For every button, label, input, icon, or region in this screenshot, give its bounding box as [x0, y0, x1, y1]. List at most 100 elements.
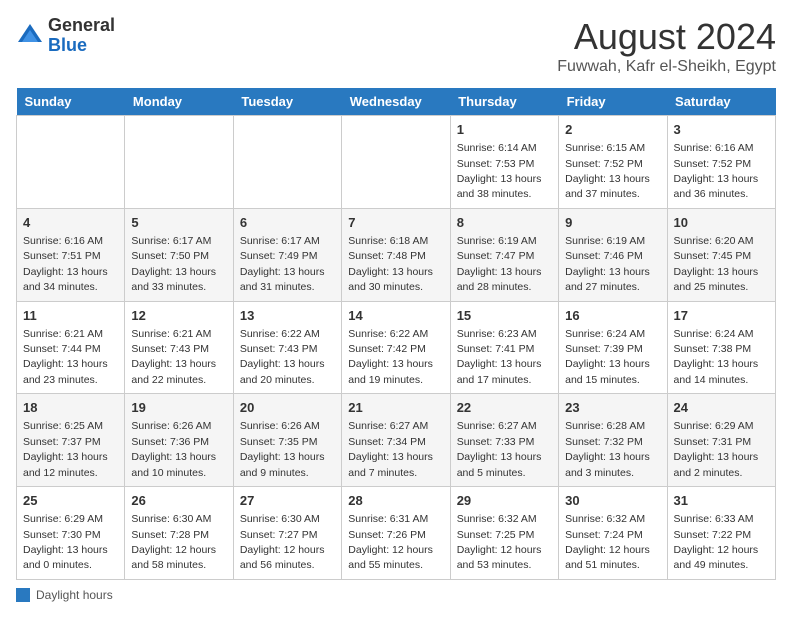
- day-number: 9: [565, 214, 660, 232]
- day-number: 25: [23, 492, 118, 510]
- logo-general: General: [48, 15, 115, 35]
- calendar-cell: 27Sunrise: 6:30 AM Sunset: 7:27 PM Dayli…: [233, 487, 341, 580]
- calendar-cell: 15 Sunrise: 6:23 AM Sunset: 7:41 PM Dayli…: [450, 301, 558, 394]
- day-number: 8: [457, 214, 552, 232]
- week-row-1: 1 Sunrise: 6:14 AM Sunset: 7:53 PM Daylig…: [17, 116, 776, 209]
- calendar-cell: 30 Sunrise: 6:32 AM Sunset: 7:24 PM Dayli…: [559, 487, 667, 580]
- day-number: 17: [674, 307, 769, 325]
- day-info: Sunrise: 6:29 AM Sunset: 7:30 PM Dayligh…: [23, 513, 108, 571]
- day-number: 21: [348, 399, 443, 417]
- day-number: 3: [674, 121, 769, 139]
- day-number: 4: [23, 214, 118, 232]
- day-info: Sunrise: 6:29 AM Sunset: 7:31 PM Dayligh…: [674, 420, 759, 478]
- day-info: Sunrise: 6:19 AM Sunset: 7:46 PM Dayligh…: [565, 235, 650, 293]
- calendar-cell: 26 Sunrise: 6:30 AM Sunset: 7:28 PM Dayli…: [125, 487, 233, 580]
- calendar-cell: 17 Sunrise: 6:24 AM Sunset: 7:38 PM Dayli…: [667, 301, 775, 394]
- calendar-cell: 4Sunrise: 6:16 AM Sunset: 7:51 PM Daylig…: [17, 208, 125, 301]
- day-number: 24: [674, 399, 769, 417]
- day-number: 29: [457, 492, 552, 510]
- day-number: 16: [565, 307, 660, 325]
- day-number: 28: [348, 492, 443, 510]
- calendar-cell: 3 Sunrise: 6:16 AM Sunset: 7:52 PM Daylig…: [667, 116, 775, 209]
- day-number: 2: [565, 121, 660, 139]
- day-header-sunday: Sunday: [17, 88, 125, 116]
- calendar-cell: [233, 116, 341, 209]
- day-number: 10: [674, 214, 769, 232]
- day-number: 23: [565, 399, 660, 417]
- day-number: 15: [457, 307, 552, 325]
- calendar-cell: 7 Sunrise: 6:18 AM Sunset: 7:48 PM Daylig…: [342, 208, 450, 301]
- calendar-cell: 29Sunrise: 6:32 AM Sunset: 7:25 PM Dayli…: [450, 487, 558, 580]
- calendar-cell: 11 Sunrise: 6:21 AM Sunset: 7:44 PM Dayli…: [17, 301, 125, 394]
- calendar-cell: 5Sunrise: 6:17 AM Sunset: 7:50 PM Daylig…: [125, 208, 233, 301]
- calendar-cell: 16 Sunrise: 6:24 AM Sunset: 7:39 PM Dayli…: [559, 301, 667, 394]
- logo-blue: Blue: [48, 35, 87, 55]
- calendar-cell: 24 Sunrise: 6:29 AM Sunset: 7:31 PM Dayli…: [667, 394, 775, 487]
- day-number: 1: [457, 121, 552, 139]
- day-info: Sunrise: 6:27 AM Sunset: 7:33 PM Dayligh…: [457, 420, 542, 478]
- day-number: 6: [240, 214, 335, 232]
- day-info: Sunrise: 6:24 AM Sunset: 7:39 PM Dayligh…: [565, 328, 650, 386]
- week-row-3: 11 Sunrise: 6:21 AM Sunset: 7:44 PM Dayli…: [17, 301, 776, 394]
- footer-label: Daylight hours: [36, 588, 113, 602]
- day-number: 14: [348, 307, 443, 325]
- day-number: 31: [674, 492, 769, 510]
- header-row: SundayMondayTuesdayWednesdayThursdayFrid…: [17, 88, 776, 116]
- day-info: Sunrise: 6:20 AM Sunset: 7:45 PM Dayligh…: [674, 235, 759, 293]
- day-info: Sunrise: 6:30 AM Sunset: 7:28 PM Dayligh…: [131, 513, 216, 571]
- calendar-cell: 10 Sunrise: 6:20 AM Sunset: 7:45 PM Dayli…: [667, 208, 775, 301]
- subtitle: Fuwwah, Kafr el-Sheikh, Egypt: [557, 58, 776, 76]
- day-header-tuesday: Tuesday: [233, 88, 341, 116]
- day-info: Sunrise: 6:24 AM Sunset: 7:38 PM Dayligh…: [674, 328, 759, 386]
- calendar-cell: [125, 116, 233, 209]
- calendar-cell: 9 Sunrise: 6:19 AM Sunset: 7:46 PM Daylig…: [559, 208, 667, 301]
- day-info: Sunrise: 6:33 AM Sunset: 7:22 PM Dayligh…: [674, 513, 759, 571]
- day-info: Sunrise: 6:16 AM Sunset: 7:52 PM Dayligh…: [674, 142, 759, 200]
- day-info: Sunrise: 6:25 AM Sunset: 7:37 PM Dayligh…: [23, 420, 108, 478]
- day-info: Sunrise: 6:19 AM Sunset: 7:47 PM Dayligh…: [457, 235, 542, 293]
- day-info: Sunrise: 6:26 AM Sunset: 7:35 PM Dayligh…: [240, 420, 325, 478]
- day-number: 7: [348, 214, 443, 232]
- day-info: Sunrise: 6:32 AM Sunset: 7:24 PM Dayligh…: [565, 513, 650, 571]
- week-row-4: 18Sunrise: 6:25 AM Sunset: 7:37 PM Dayli…: [17, 394, 776, 487]
- day-number: 11: [23, 307, 118, 325]
- calendar-table: SundayMondayTuesdayWednesdayThursdayFrid…: [16, 88, 776, 580]
- calendar-cell: 13 Sunrise: 6:22 AM Sunset: 7:43 PM Dayli…: [233, 301, 341, 394]
- day-header-thursday: Thursday: [450, 88, 558, 116]
- day-info: Sunrise: 6:31 AM Sunset: 7:26 PM Dayligh…: [348, 513, 433, 571]
- day-number: 22: [457, 399, 552, 417]
- footer: Daylight hours: [16, 588, 776, 602]
- day-number: 30: [565, 492, 660, 510]
- calendar-cell: 8 Sunrise: 6:19 AM Sunset: 7:47 PM Daylig…: [450, 208, 558, 301]
- day-header-friday: Friday: [559, 88, 667, 116]
- day-info: Sunrise: 6:23 AM Sunset: 7:41 PM Dayligh…: [457, 328, 542, 386]
- logo-icon: [16, 22, 44, 50]
- day-number: 20: [240, 399, 335, 417]
- day-info: Sunrise: 6:22 AM Sunset: 7:43 PM Dayligh…: [240, 328, 325, 386]
- day-info: Sunrise: 6:14 AM Sunset: 7:53 PM Dayligh…: [457, 142, 542, 200]
- day-number: 26: [131, 492, 226, 510]
- day-info: Sunrise: 6:26 AM Sunset: 7:36 PM Dayligh…: [131, 420, 216, 478]
- calendar-cell: 25 Sunrise: 6:29 AM Sunset: 7:30 PM Dayli…: [17, 487, 125, 580]
- day-number: 13: [240, 307, 335, 325]
- calendar-cell: 2 Sunrise: 6:15 AM Sunset: 7:52 PM Daylig…: [559, 116, 667, 209]
- calendar-cell: 31 Sunrise: 6:33 AM Sunset: 7:22 PM Dayli…: [667, 487, 775, 580]
- main-title: August 2024: [557, 16, 776, 58]
- week-row-5: 25 Sunrise: 6:29 AM Sunset: 7:30 PM Dayli…: [17, 487, 776, 580]
- day-info: Sunrise: 6:28 AM Sunset: 7:32 PM Dayligh…: [565, 420, 650, 478]
- logo: General Blue: [16, 16, 115, 56]
- day-header-monday: Monday: [125, 88, 233, 116]
- day-info: Sunrise: 6:17 AM Sunset: 7:50 PM Dayligh…: [131, 235, 216, 293]
- day-info: Sunrise: 6:30 AM Sunset: 7:27 PM Dayligh…: [240, 513, 325, 571]
- calendar-cell: 18Sunrise: 6:25 AM Sunset: 7:37 PM Dayli…: [17, 394, 125, 487]
- calendar-cell: 12Sunrise: 6:21 AM Sunset: 7:43 PM Dayli…: [125, 301, 233, 394]
- calendar-cell: 28 Sunrise: 6:31 AM Sunset: 7:26 PM Dayli…: [342, 487, 450, 580]
- day-info: Sunrise: 6:18 AM Sunset: 7:48 PM Dayligh…: [348, 235, 433, 293]
- day-info: Sunrise: 6:21 AM Sunset: 7:43 PM Dayligh…: [131, 328, 216, 386]
- calendar-cell: 14Sunrise: 6:22 AM Sunset: 7:42 PM Dayli…: [342, 301, 450, 394]
- calendar-cell: 20 Sunrise: 6:26 AM Sunset: 7:35 PM Dayli…: [233, 394, 341, 487]
- title-block: August 2024 Fuwwah, Kafr el-Sheikh, Egyp…: [557, 16, 776, 76]
- day-info: Sunrise: 6:15 AM Sunset: 7:52 PM Dayligh…: [565, 142, 650, 200]
- day-info: Sunrise: 6:21 AM Sunset: 7:44 PM Dayligh…: [23, 328, 108, 386]
- header: General Blue August 2024 Fuwwah, Kafr el…: [16, 16, 776, 76]
